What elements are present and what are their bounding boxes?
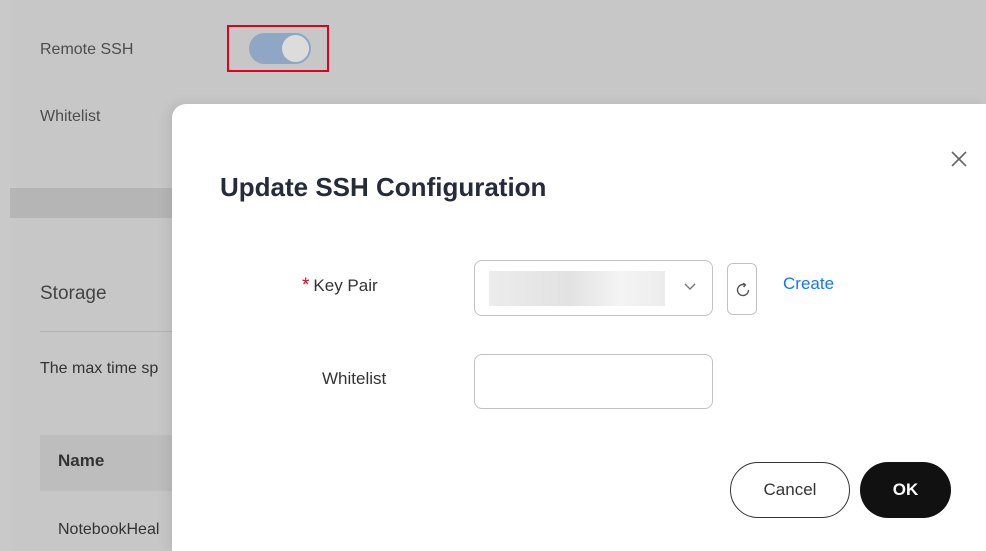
dialog-title: Update SSH Configuration	[220, 172, 547, 202]
close-icon[interactable]	[948, 148, 970, 170]
remote-ssh-label: Remote SSH	[40, 41, 134, 58]
whitelist-label: Whitelist	[322, 369, 387, 388]
remote-ssh-toggle[interactable]	[249, 33, 311, 64]
update-ssh-dialog: Update SSH Configuration * Key Pair Creat…	[172, 104, 986, 551]
cancel-button[interactable]: Cancel	[730, 462, 850, 518]
key-pair-label: Key Pair	[313, 276, 378, 295]
divider	[40, 331, 190, 332]
refresh-key-pair-button[interactable]	[727, 263, 757, 315]
refresh-icon	[736, 282, 750, 297]
create-key-pair-link[interactable]: Create	[783, 274, 834, 294]
toggle-knob	[282, 35, 309, 62]
whitelist-label-background: Whitelist	[40, 108, 101, 125]
toggle-highlight-box	[227, 25, 329, 72]
storage-title: Storage	[40, 283, 107, 304]
table-header-name: Name	[40, 435, 190, 491]
key-pair-selected-value	[489, 271, 665, 306]
whitelist-input[interactable]	[474, 354, 713, 409]
ok-button[interactable]: OK	[860, 462, 951, 518]
table-row: NotebookHeal	[58, 521, 160, 538]
required-asterisk: *	[302, 275, 310, 296]
chevron-down-icon	[684, 283, 696, 290]
storage-description: The max time sp	[40, 360, 159, 377]
key-pair-select[interactable]	[474, 260, 713, 316]
key-pair-label-wrap: * Key Pair	[302, 275, 378, 297]
